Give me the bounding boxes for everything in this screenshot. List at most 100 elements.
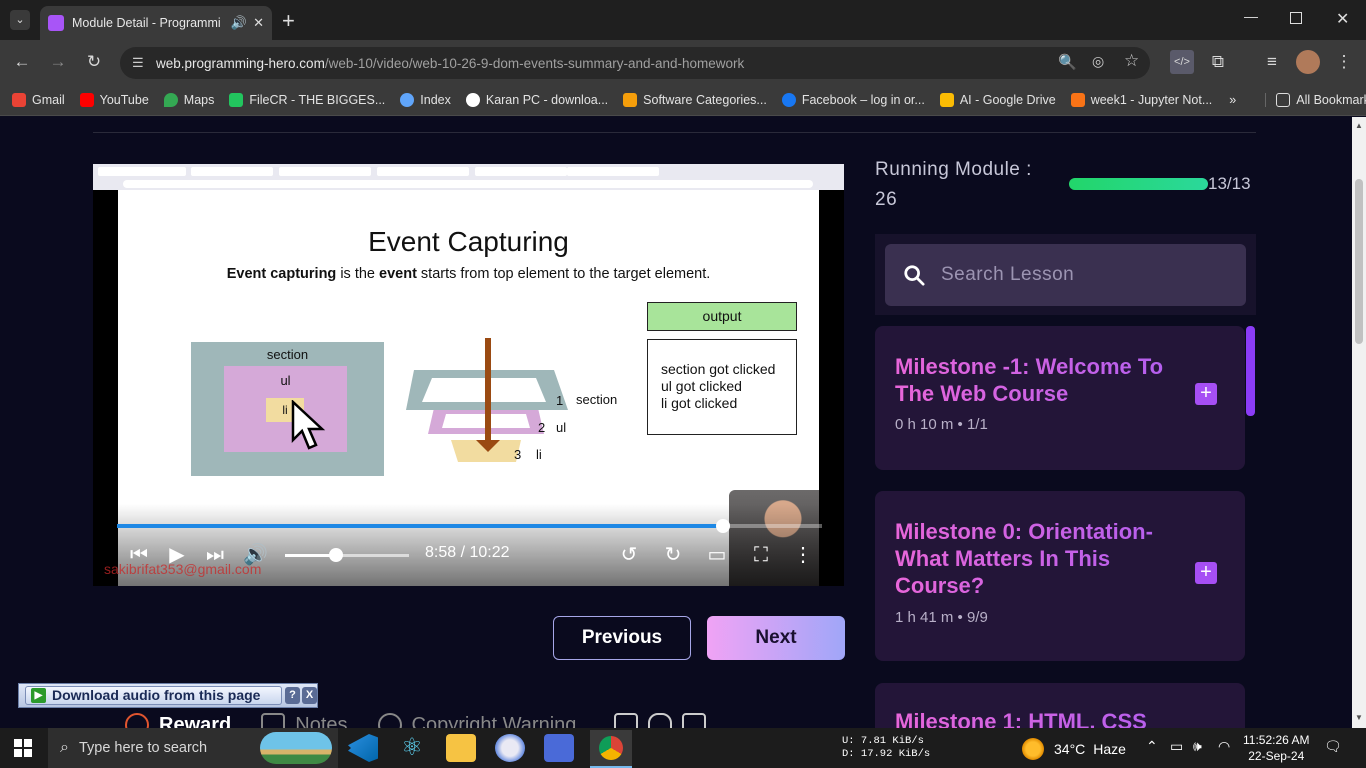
search-lesson-input[interactable] xyxy=(941,264,1221,286)
google-drive-icon xyxy=(939,92,954,107)
video-subtabs: Reward Notes Copyright Warning xyxy=(125,713,746,728)
previous-button[interactable]: Previous xyxy=(553,616,691,660)
bookmark-item[interactable]: Facebook – log in or... xyxy=(781,92,925,107)
calculator-icon[interactable] xyxy=(544,734,574,762)
forward-button[interactable]: → xyxy=(46,50,70,74)
search-lesson-box[interactable] xyxy=(885,244,1246,306)
minimize-button[interactable]: — xyxy=(1244,8,1258,24)
address-bar[interactable]: ☰ web.programming-hero.com/web-10/video/… xyxy=(120,47,1150,79)
layer-3-label: li xyxy=(536,447,542,462)
bookmark-label: Gmail xyxy=(32,92,65,107)
scroll-down-arrow[interactable]: ▼ xyxy=(1355,713,1363,722)
file-explorer-icon[interactable] xyxy=(446,734,476,762)
download-audio-label: Download audio from this page xyxy=(52,687,261,703)
more-bookmarks-icon[interactable]: » xyxy=(1229,93,1236,107)
page-scroll-thumb[interactable] xyxy=(1355,179,1363,344)
site-info-icon[interactable]: ☰ xyxy=(132,55,144,71)
index-icon xyxy=(400,92,415,107)
video-time: 8:58 / 10:22 xyxy=(425,544,510,561)
react-icon[interactable]: ⚛ xyxy=(397,734,427,762)
profile-avatar[interactable] xyxy=(1296,50,1320,74)
bookmark-item[interactable]: week1 - Jupyter Not... xyxy=(1070,92,1212,107)
recorded-tab xyxy=(98,167,186,176)
slide-subtitle: Event capturing is the event starts from… xyxy=(118,266,819,282)
notes-icon xyxy=(261,713,286,728)
wifi-icon[interactable]: ◠ xyxy=(1218,738,1230,755)
help-button[interactable]: ? xyxy=(285,687,300,704)
milestone-list: Milestone -1: Welcome To The Web Course … xyxy=(875,326,1256,728)
paint-icon[interactable] xyxy=(495,734,525,762)
checkbox-icon[interactable] xyxy=(614,713,639,728)
expand-plus-icon[interactable]: + xyxy=(1195,562,1217,584)
bookmark-item[interactable]: Maps xyxy=(163,92,214,107)
chrome-icon[interactable] xyxy=(590,730,632,768)
expand-plus-icon[interactable]: + xyxy=(1195,383,1217,405)
bookmark-item[interactable]: YouTube xyxy=(79,92,149,107)
volume-slider[interactable] xyxy=(285,548,409,562)
bookmark-item[interactable]: Gmail xyxy=(12,92,65,107)
more-options-icon[interactable]: ⋮ xyxy=(793,540,813,570)
fullscreen-icon[interactable]: ⛶ xyxy=(747,540,775,570)
extension-code-icon[interactable]: </> xyxy=(1170,50,1194,74)
milestone-list-scrollbar[interactable] xyxy=(1246,326,1255,416)
video-progress-bar[interactable] xyxy=(117,519,822,533)
theater-mode-icon[interactable]: ▭ xyxy=(703,540,731,570)
bookmark-star-icon[interactable]: ☆ xyxy=(1124,51,1139,71)
output-line: section got clicked xyxy=(661,361,776,377)
speaker-icon[interactable]: 🔊 xyxy=(231,15,247,31)
system-clock[interactable]: 11:52:26 AM 22-Sep-24 xyxy=(1243,732,1310,764)
new-tab-button[interactable]: + xyxy=(282,8,295,34)
close-window-button[interactable]: ✕ xyxy=(1336,9,1349,29)
all-bookmarks[interactable]: All Bookmarks xyxy=(1265,92,1366,107)
copyright-warning-tab[interactable]: Copyright Warning xyxy=(377,713,577,729)
media-control-icon[interactable]: ≡ xyxy=(1260,50,1284,74)
video-player[interactable]: Event Capturing Event capturing is the e… xyxy=(93,164,844,586)
copyright-label: Copyright Warning xyxy=(411,713,577,729)
volume-icon[interactable]: 🕪 xyxy=(1193,738,1202,755)
dislike-icon[interactable] xyxy=(682,713,707,728)
rewind-10-icon[interactable]: ↺ xyxy=(615,540,643,570)
notes-tab[interactable]: Notes xyxy=(261,713,348,728)
bookmark-item[interactable]: Software Categories... xyxy=(623,92,767,107)
milestone-meta: 0 h 10 m • 1/1 xyxy=(895,416,988,433)
milestone-title: Milestone 0: Orientation- What Matters I… xyxy=(895,518,1185,599)
tab-active[interactable]: Module Detail - Programmi 🔊 ✕ xyxy=(40,6,272,40)
zoom-icon[interactable]: 🔍 xyxy=(1058,53,1077,71)
browser-menu-icon[interactable]: ⋮ xyxy=(1332,50,1356,74)
taskbar-search[interactable]: ⌕ Type here to search xyxy=(48,728,338,768)
bookmark-item[interactable]: FileCR - THE BIGGES... xyxy=(229,92,385,107)
close-tab-icon[interactable]: ✕ xyxy=(253,15,264,31)
tab-search-icon[interactable]: ⌄ xyxy=(10,10,30,30)
bookmark-item[interactable]: Karan PC - downloa... xyxy=(465,92,608,107)
extensions-puzzle-icon[interactable]: ⧉ xyxy=(1206,50,1230,74)
video-progress-handle[interactable] xyxy=(715,519,730,533)
taskbar-search-placeholder: Type here to search xyxy=(78,740,208,756)
weather-widget[interactable]: 34°C Haze xyxy=(1022,738,1126,760)
forward-10-icon[interactable]: ↻ xyxy=(659,540,687,570)
facebook-icon xyxy=(781,92,796,107)
back-button[interactable]: ← xyxy=(10,50,34,74)
bookmark-item[interactable]: AI - Google Drive xyxy=(939,92,1056,107)
like-icon[interactable] xyxy=(648,713,673,728)
vscode-icon[interactable] xyxy=(348,734,378,762)
next-button[interactable]: Next xyxy=(707,616,845,660)
download-audio-button[interactable]: ▶ Download audio from this page xyxy=(25,686,282,705)
bookmark-item[interactable]: Index xyxy=(400,92,451,107)
close-extension-button[interactable]: X xyxy=(302,687,317,704)
milestone-card[interactable]: Milestone -1: Welcome To The Web Course … xyxy=(875,326,1245,470)
page-scrollbar[interactable]: ▲ ▼ xyxy=(1352,117,1366,728)
volume-handle[interactable] xyxy=(328,548,343,562)
restore-button[interactable] xyxy=(1290,12,1302,24)
milestone-card[interactable]: Milestone 0: Orientation- What Matters I… xyxy=(875,491,1245,661)
eye-off-icon[interactable]: ◎ xyxy=(1092,53,1104,70)
notification-icon[interactable]: 🗨 xyxy=(1324,738,1342,755)
reward-tab[interactable]: Reward xyxy=(125,713,231,728)
scroll-up-arrow[interactable]: ▲ xyxy=(1355,121,1363,130)
weather-condition: Haze xyxy=(1093,741,1126,757)
search-icon xyxy=(904,265,925,286)
show-hidden-icons[interactable]: ⌃ xyxy=(1146,738,1158,755)
reload-button[interactable]: ↻ xyxy=(82,50,106,74)
battery-icon[interactable]: ▭ xyxy=(1170,738,1183,755)
milestone-card[interactable]: Milestone 1: HTML, CSS xyxy=(875,683,1245,728)
windows-start-icon[interactable] xyxy=(14,739,32,757)
